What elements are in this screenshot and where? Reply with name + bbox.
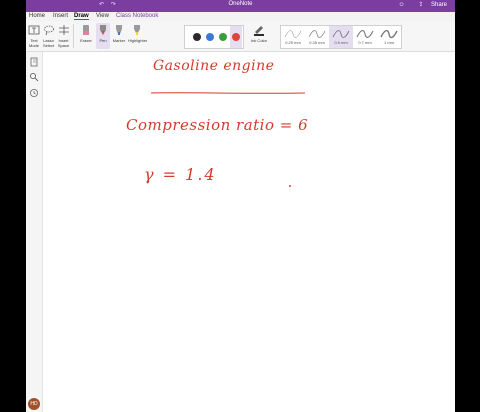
thickness-07-option[interactable]: 0.7 mm bbox=[353, 26, 377, 48]
compression-ratio-ink: Compression ratio = 6 bbox=[126, 116, 309, 134]
thickness-025-option[interactable]: 0.25 mm bbox=[281, 26, 305, 48]
pen-icon bbox=[100, 25, 106, 35]
notebooks-icon[interactable] bbox=[29, 57, 39, 67]
color-red-swatch[interactable] bbox=[232, 33, 240, 41]
tab-insert[interactable]: Insert bbox=[53, 13, 68, 19]
thickness-035-option[interactable]: 0.35 mm bbox=[305, 26, 329, 48]
highlighter-icon bbox=[134, 25, 140, 35]
share-button[interactable]: ⇪ Share bbox=[412, 2, 447, 8]
text-mode-label: Text Mode bbox=[28, 38, 39, 48]
draw-ribbon: Text Mode Lasso Select Insert Space Eras… bbox=[26, 21, 455, 52]
squiggle-icon bbox=[284, 30, 302, 38]
tab-home[interactable]: Home bbox=[29, 13, 45, 19]
search-icon[interactable] bbox=[29, 72, 39, 82]
gamma-ink: γ = 1.4 bbox=[144, 165, 217, 184]
pen-thickness-picker: 0.25 mm 0.35 mm 0.5 mm 0.7 mm 1 mm bbox=[280, 25, 402, 49]
user-avatar[interactable]: HD bbox=[28, 398, 40, 410]
tab-class-notebook[interactable]: Class Notebook bbox=[116, 13, 158, 19]
thickness-label: 0.25 mm bbox=[285, 40, 301, 45]
thickness-05-option[interactable]: 0.5 mm bbox=[329, 26, 353, 48]
color-blue-swatch[interactable] bbox=[206, 33, 214, 41]
recent-icon[interactable] bbox=[29, 88, 39, 98]
color-green-swatch[interactable] bbox=[219, 33, 227, 41]
title-bar: ↶ ↷ OneNote ☺ ⇪ Share bbox=[26, 0, 455, 12]
insert-space-button[interactable]: Insert Space bbox=[57, 24, 70, 48]
pen-label: Pen bbox=[99, 38, 107, 43]
tab-draw[interactable]: Draw bbox=[74, 13, 89, 20]
ink-color-label: Ink Color bbox=[250, 38, 267, 43]
highlighter-label: Highlighter bbox=[128, 38, 148, 43]
marker-label: Marker bbox=[112, 38, 126, 43]
ink-color-button[interactable]: Ink Color bbox=[248, 24, 270, 43]
title-underline bbox=[150, 92, 306, 94]
ink-color-icon bbox=[254, 26, 264, 36]
window-title: OneNote bbox=[228, 1, 253, 7]
note-canvas[interactable]: Gasoline engine Compression ratio = 6 γ … bbox=[43, 52, 455, 412]
thickness-label: 0.5 mm bbox=[334, 40, 348, 45]
marker-icon bbox=[116, 25, 122, 35]
share-icon: ⇪ bbox=[418, 2, 424, 8]
ink-dot bbox=[289, 185, 291, 187]
ink-color-palette bbox=[184, 25, 244, 49]
tab-view[interactable]: View bbox=[96, 13, 109, 19]
squiggle-icon bbox=[308, 30, 326, 38]
text-mode-icon bbox=[28, 25, 40, 35]
menu-bar: Home Insert Draw View Class Notebook bbox=[26, 12, 455, 21]
lasso-select-button[interactable]: Lasso Select bbox=[42, 24, 55, 48]
navigation-sidebar: HD bbox=[26, 52, 43, 412]
pen-button[interactable]: Pen bbox=[96, 23, 110, 49]
insert-space-label: Insert Space bbox=[57, 38, 70, 48]
thickness-label: 1 mm bbox=[384, 40, 394, 45]
title-actions: ☺ ⇪ Share bbox=[392, 1, 447, 8]
thickness-label: 0.35 mm bbox=[309, 40, 325, 45]
eraser-icon bbox=[83, 25, 89, 35]
marker-button[interactable]: Marker bbox=[112, 24, 126, 43]
share-label: Share bbox=[430, 2, 447, 8]
highlighter-button[interactable]: Highlighter bbox=[128, 24, 148, 43]
thickness-1-option[interactable]: 1 mm bbox=[377, 26, 401, 48]
color-black-swatch[interactable] bbox=[193, 33, 201, 41]
onenote-window: ↶ ↷ OneNote ☺ ⇪ Share Home Insert Draw V… bbox=[26, 0, 455, 412]
page-title-ink: Gasoline engine bbox=[153, 58, 275, 74]
ribbon-divider bbox=[73, 24, 74, 48]
squiggle-icon bbox=[332, 30, 350, 38]
text-mode-button[interactable]: Text Mode bbox=[28, 24, 40, 48]
lasso-select-label: Lasso Select bbox=[42, 38, 55, 48]
feedback-icon[interactable]: ☺ bbox=[398, 2, 404, 8]
eraser-button[interactable]: Eraser bbox=[79, 24, 93, 43]
eraser-label: Eraser bbox=[80, 38, 92, 43]
lasso-icon bbox=[43, 25, 54, 36]
squiggle-icon bbox=[356, 30, 374, 38]
insert-space-icon bbox=[58, 25, 69, 35]
thickness-label: 0.7 mm bbox=[358, 40, 372, 45]
squiggle-icon bbox=[380, 29, 398, 39]
